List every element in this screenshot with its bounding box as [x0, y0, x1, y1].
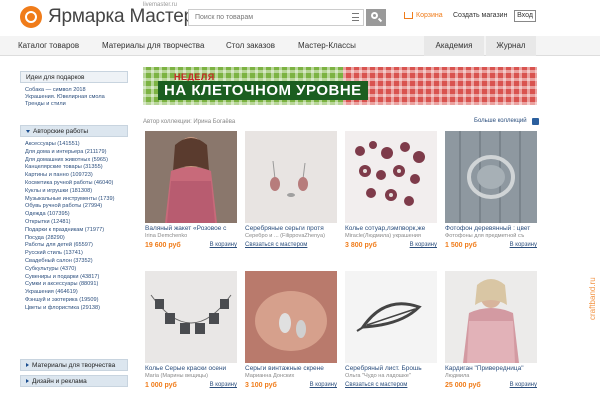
nav-catalog[interactable]: Каталог товаров [18, 36, 79, 56]
category-link[interactable]: Канцелярские товары (31355) [25, 164, 103, 172]
product-title[interactable]: Кардиган "Привередница" [445, 365, 537, 372]
add-to-cart-link[interactable]: В корзину [510, 242, 537, 248]
chevron-right-icon [26, 379, 29, 384]
main-nav: Каталог товаров Материалы для творчества… [0, 36, 600, 56]
product-title[interactable]: Фотофон деревянный : цвет [445, 225, 537, 232]
product-image[interactable] [345, 131, 437, 223]
ideas-link[interactable]: Украшения. Ювелирная смола [25, 94, 105, 100]
product-author[interactable]: Maria (Марины вещицы) [145, 373, 237, 379]
contact-master-link[interactable]: Связаться с мастером [345, 382, 407, 388]
category-link[interactable]: Открытки (12481) [25, 219, 70, 227]
category-link[interactable]: Субкультуры (4370) [25, 266, 76, 274]
product-price: 1 000 руб [145, 382, 177, 389]
category-link[interactable]: Фэншуй и эзотерика (19509) [25, 297, 98, 305]
ideas-heading: Идеи для подарков [20, 71, 128, 83]
category-link[interactable]: Обувь ручной работы (27994) [25, 203, 102, 211]
contact-master-link[interactable]: Связаться с мастером [245, 242, 307, 248]
add-to-cart-link[interactable]: В корзину [510, 382, 537, 388]
cart-link[interactable]: Корзина [416, 12, 443, 19]
category-link[interactable]: Сумки и аксессуары (88091) [25, 281, 98, 289]
product-author[interactable]: Марианна Донских [245, 373, 337, 379]
product-title[interactable]: Серебряные серьги протя [245, 225, 337, 232]
product-price: 3 800 руб [345, 242, 377, 249]
more-collections-link[interactable]: Больше коллекций [474, 118, 527, 124]
nav-journal[interactable]: Журнал [486, 36, 536, 56]
category-link[interactable]: Сувениры и подарки (43817) [25, 274, 99, 282]
login-button[interactable]: Вход [514, 10, 536, 22]
promo-banner[interactable]: НЕДЕЛЯ НА КЛЕТОЧНОМ УРОВНЕ [143, 67, 537, 105]
category-link[interactable]: Цветы и флористика (29138) [25, 305, 100, 313]
search-button[interactable] [366, 9, 386, 26]
category-link[interactable]: Свадебный салон (37352) [25, 258, 93, 266]
product-image[interactable] [445, 131, 537, 223]
materials-label: Материалы для творчества [32, 362, 116, 369]
product-title[interactable]: Колье сотуар,лэмпворк,же [345, 225, 437, 232]
product-image[interactable] [445, 271, 537, 363]
product-image[interactable] [245, 271, 337, 363]
product-price: 19 600 руб [145, 242, 181, 249]
category-link[interactable]: Для домашних животных (5965) [25, 157, 108, 165]
ideas-link[interactable]: Тренды и стили [25, 101, 66, 107]
search-input[interactable]: Поиск по товарам [188, 9, 364, 26]
materials-heading[interactable]: Материалы для творчества [20, 359, 128, 371]
product-author[interactable]: Серебро и ... (FilippovaZhenya) [245, 233, 337, 239]
add-to-cart-link[interactable]: В корзину [210, 242, 237, 248]
product-image[interactable] [345, 271, 437, 363]
product-author[interactable]: Фотофоны для предметной съ [445, 233, 537, 239]
nav-orders[interactable]: Стол заказов [226, 36, 275, 56]
product-price: 3 100 руб [245, 382, 277, 389]
category-link[interactable]: Одежда (107395) [25, 211, 70, 219]
author-works-label: Авторские работы [33, 128, 88, 135]
collection-author: Автор коллекции: Ирина Богаёва [143, 119, 236, 125]
design-label: Дизайн и реклама [32, 378, 87, 385]
category-link[interactable]: Русский стиль (13741) [25, 250, 83, 258]
site-header: Ярмарка Мастеров livemaster.ru Поиск по … [0, 0, 600, 36]
nav-academy[interactable]: Академия [424, 36, 484, 56]
product-author[interactable]: Irina Demchenko [145, 233, 237, 239]
chevron-down-icon [26, 129, 30, 133]
category-link[interactable]: Подарки к праздникам (71977) [25, 227, 104, 235]
product-title[interactable]: Серьги винтажные скрене [245, 365, 337, 372]
cart-icon[interactable] [404, 12, 413, 19]
add-to-cart-link[interactable]: В корзину [310, 382, 337, 388]
product-image[interactable] [245, 131, 337, 223]
product-author[interactable]: Людмила [445, 373, 537, 379]
list-icon[interactable] [352, 13, 359, 21]
banner-big-text: НА КЛЕТОЧНОМ УРОВНЕ [158, 81, 368, 100]
watermark: craftband.ru [588, 277, 597, 320]
category-link[interactable]: Для дома и интерьера (211179) [25, 149, 107, 157]
design-heading[interactable]: Дизайн и реклама [20, 375, 128, 387]
category-link[interactable]: Украшения (464619) [25, 289, 78, 297]
ideas-link[interactable]: Собака — символ 2018 [25, 87, 86, 93]
product-title[interactable]: Колье Серые краски осени [145, 365, 237, 372]
sidebar: Идеи для подарков Собака — символ 2018 У… [20, 71, 128, 400]
author-works-heading[interactable]: Авторские работы [20, 125, 128, 137]
product-image[interactable] [145, 271, 237, 363]
chevron-right-icon [26, 363, 29, 368]
product-image[interactable] [145, 131, 237, 223]
add-to-cart-link[interactable]: В корзину [210, 382, 237, 388]
product-title[interactable]: Валяный жакет «Розовое с [145, 225, 237, 232]
product-author[interactable]: Miracle(Людмила) украшения [345, 233, 437, 239]
category-link[interactable]: Косметика ручной работы (46040) [25, 180, 113, 188]
add-to-cart-link[interactable]: В корзину [410, 242, 437, 248]
category-link[interactable]: Аксессуары (141551) [25, 141, 80, 149]
nav-masterclasses[interactable]: Мастер-Классы [298, 36, 356, 56]
create-shop-link[interactable]: Создать магазин [453, 12, 507, 19]
product-price: 1 500 руб [445, 242, 477, 249]
logo-subtitle: livemaster.ru [143, 2, 178, 8]
product-title[interactable]: Серебряный лист. Брошь [345, 365, 437, 372]
category-link[interactable]: Куклы и игрушки (181308) [25, 188, 92, 196]
product-price: 25 000 руб [445, 382, 481, 389]
nav-materials[interactable]: Материалы для творчества [102, 36, 204, 56]
category-link[interactable]: Картины и панно (109723) [25, 172, 93, 180]
logo-icon[interactable] [20, 6, 42, 28]
arrow-right-icon[interactable] [532, 118, 539, 125]
product-author[interactable]: Ольга "Чудо на ладошке" [345, 373, 437, 379]
